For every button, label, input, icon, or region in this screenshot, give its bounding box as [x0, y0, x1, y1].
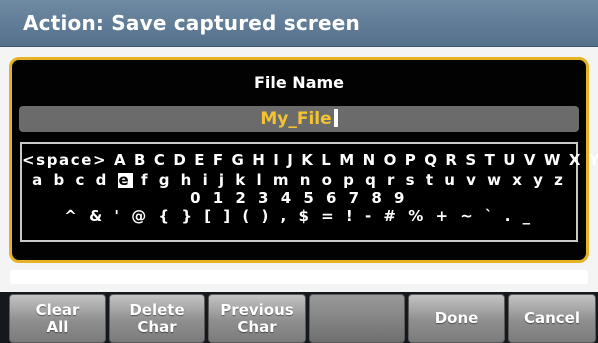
clear-all-label-line2: All [46, 317, 69, 336]
previous-char-button[interactable]: Previous Char [208, 294, 306, 343]
cancel-button[interactable]: Cancel [508, 294, 596, 343]
previous-char-label-line2: Char [237, 317, 277, 336]
symbols-row[interactable]: ^ & ' @ { } [ ] ( ) , $ = ! - # % + ~ ` … [22, 208, 576, 224]
done-button[interactable]: Done [408, 294, 505, 343]
lowercase-after: f g h i j k l m n o p q r s t u v w x y … [132, 171, 566, 189]
digits-row[interactable]: 0 1 2 3 4 5 6 7 8 9 [22, 190, 576, 206]
lowercase-row[interactable]: a b c d e f g h i j k l m n o p q r s t … [22, 172, 576, 188]
cancel-label: Cancel [523, 309, 580, 327]
page-title: Action: Save captured screen [23, 11, 360, 35]
clear-all-button[interactable]: Clear All [9, 294, 106, 343]
save-screen: Action: Save captured screen File Name M… [0, 0, 598, 343]
previous-char-label-line1: Previous [220, 300, 294, 319]
clear-all-label-line1: Clear [35, 300, 80, 319]
title-bar: Action: Save captured screen [0, 0, 598, 47]
uppercase-row[interactable]: <space> A B C D E F G H I J K L M N O P … [22, 152, 598, 168]
softkey-bar: Clear All Delete Char Previous Char Done… [0, 292, 598, 343]
selected-character[interactable]: e [117, 173, 133, 188]
delete-char-button[interactable]: Delete Char [109, 294, 205, 343]
lowercase-before: a b c d [32, 171, 118, 189]
file-name-field[interactable]: My_File [19, 106, 579, 132]
text-cursor [333, 109, 338, 127]
bottom-strip [10, 270, 588, 284]
delete-char-label-line1: Delete [129, 300, 185, 319]
done-label: Done [434, 309, 479, 327]
file-name-dialog: File Name My_File <space> A B C D E F G … [9, 57, 598, 263]
blank-softkey[interactable] [309, 294, 405, 343]
file-name-label: File Name [253, 73, 345, 92]
file-name-value: My_File [260, 109, 332, 129]
delete-char-label-line2: Char [137, 317, 177, 336]
character-picker[interactable]: <space> A B C D E F G H I J K L M N O P … [20, 142, 598, 242]
